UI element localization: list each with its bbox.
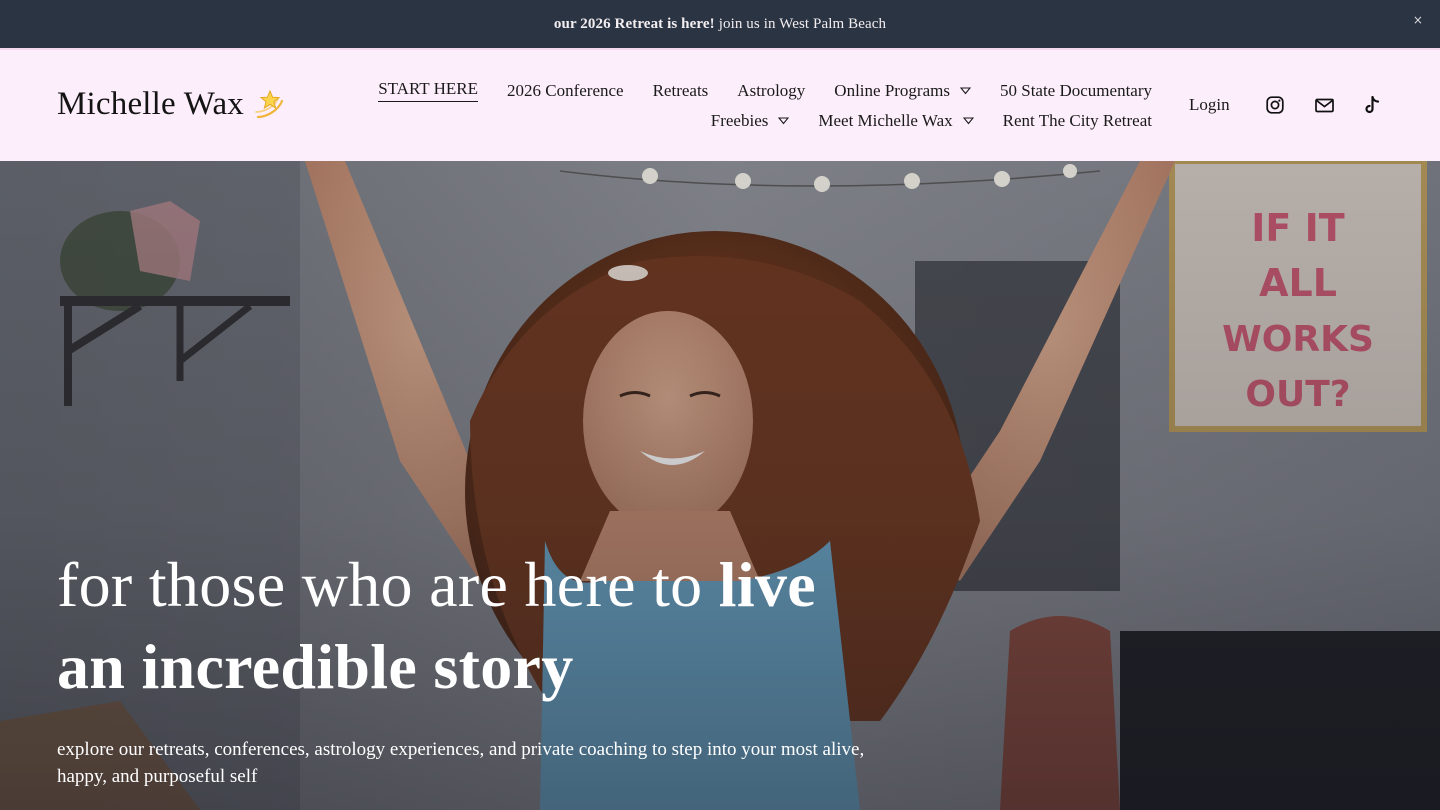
nav-50-state-documentary[interactable]: 50 State Documentary [1000,81,1152,101]
nav-freebies[interactable]: Freebies [711,111,790,131]
email-icon[interactable] [1314,95,1334,115]
nav-label: Online Programs [834,80,950,100]
nav-label: 2026 Conference [507,80,624,100]
chevron-down-icon [959,86,971,94]
nav-label: Rent The City Retreat [1002,111,1152,130]
nav-astrology[interactable]: Astrology [737,81,805,101]
brand-name[interactable]: Michelle Wax [57,86,244,123]
chevron-down-icon [778,117,790,125]
hero-subtext: explore our retreats, conferences, astro… [57,739,865,787]
nav-label: Astrology [737,80,806,100]
close-icon[interactable]: × [1410,12,1426,28]
nav-label: Freebies [710,111,769,130]
nav-start-here[interactable]: START HERE [378,79,478,102]
nav-retreats[interactable]: Retreats [653,81,709,101]
headline-regular: for those who are here to [57,549,719,620]
nav-label: Retreats [652,80,709,100]
nav-label: 50 State Documentary [999,80,1152,100]
tiktok-icon[interactable] [1362,95,1382,115]
brand-logo[interactable]: Michelle Wax [57,86,288,123]
dizzy-star-icon [255,89,284,118]
announcement-bold-text[interactable]: our 2026 Retreat is here! [554,16,715,33]
instagram-icon[interactable] [1265,95,1285,115]
announcement-text[interactable]: join us in West Palm Beach [719,16,886,33]
chevron-down-icon [962,117,974,125]
primary-nav-row-1: START HERE 2026 Conference Retreats Astr… [349,79,1152,102]
headline-bold-live: live [718,549,816,620]
nav-2026-conference[interactable]: 2026 Conference [507,81,624,101]
nav-online-programs[interactable]: Online Programs [834,81,971,101]
nav-label: START HERE [378,79,478,102]
hero-overlay [0,161,1440,810]
headline-bold-story: an incredible story [57,631,574,702]
hero-section: IF IT ALL WORKS OUT? for those who are h… [0,161,1440,810]
login-link[interactable]: Login [1189,95,1230,115]
primary-nav-row-2: Freebies Meet Michelle Wax Rent The City… [682,111,1152,131]
nav-meet-michelle-wax[interactable]: Meet Michelle Wax [818,111,974,131]
announcement-bar[interactable]: our 2026 Retreat is here! join us in Wes… [0,0,1440,48]
site-header: Michelle Wax START HERE 2026 Conference … [0,48,1440,161]
hero-headline: for those who are here to live an incred… [57,544,937,708]
nav-label: Meet Michelle Wax [818,111,953,130]
nav-rent-the-city-retreat[interactable]: Rent The City Retreat [1003,111,1152,131]
